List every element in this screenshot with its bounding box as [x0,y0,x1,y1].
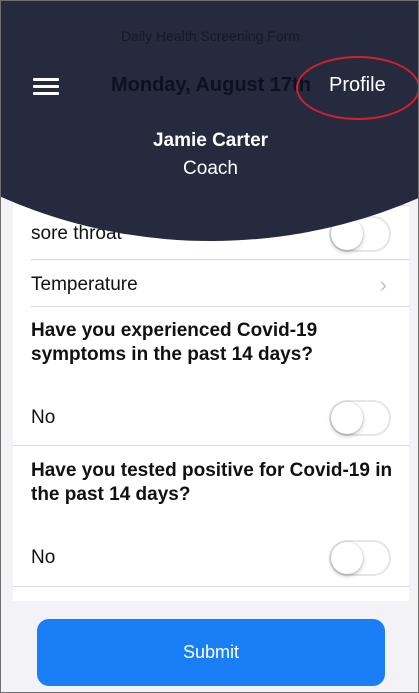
divider [31,306,409,307]
answer-row-1: No [13,393,409,443]
annotation-circle [296,56,418,120]
submit-button[interactable]: Submit [37,619,385,686]
toggle-knob [331,402,363,434]
user-role: Coach [183,158,238,179]
temperature-row[interactable]: Temperature › [13,260,409,310]
question-covid-symptoms: Have you experienced Covid-19 symptoms i… [31,320,318,365]
header-date: Monday, August 17th [111,74,311,96]
divider [13,445,409,446]
chevron-right-icon: › [379,272,387,297]
tested-positive-toggle[interactable] [329,540,391,576]
covid-symptoms-toggle[interactable] [329,400,391,436]
divider [13,586,409,587]
user-name: Jamie Carter [152,130,269,151]
answer-label-2: No [31,547,56,568]
hamburger-menu-icon[interactable] [33,78,59,96]
temperature-label: Temperature [31,274,138,295]
answer-label-1: No [31,407,56,428]
app-window: sh sore throat Temperature › Have you ex… [0,0,419,693]
question-tested-positive: Have you tested positive for Covid-19 in… [31,460,393,505]
answer-row-2: No [13,533,409,583]
page-title: Daily Health Screening Form [121,28,300,44]
toggle-knob [331,542,363,574]
